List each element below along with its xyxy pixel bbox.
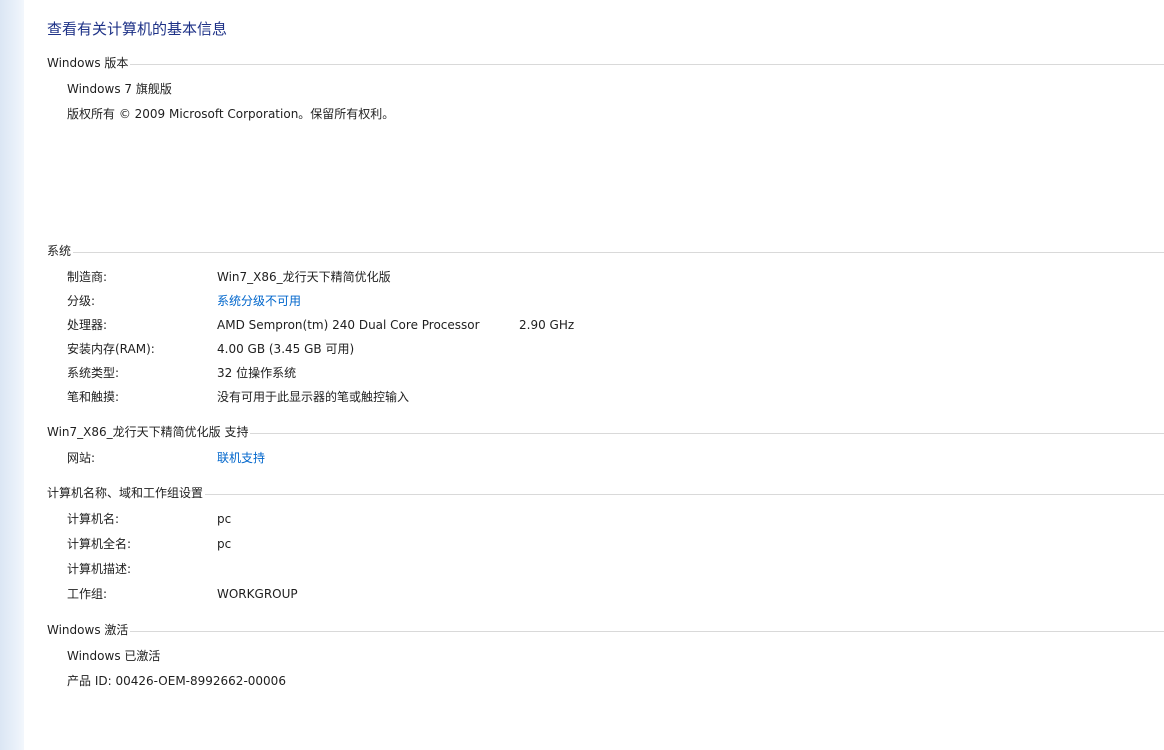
product-id: 产品 ID: 00426-OEM-8992662-00006 <box>67 674 286 688</box>
section-divider <box>73 251 1164 253</box>
row-label: 分级: <box>67 294 96 308</box>
row-label: 安装内存(RAM): <box>67 342 155 356</box>
section-label: 计算机名称、域和工作组设置 <box>47 485 204 500</box>
system-row-system-type: 系统类型: 32 位操作系统 <box>67 365 1164 381</box>
system-row-ram: 安装内存(RAM): 4.00 GB (3.45 GB 可用) <box>67 341 1164 357</box>
row-label: 系统类型: <box>67 366 120 380</box>
row-label: 处理器: <box>67 318 108 332</box>
activation-status: Windows 已激活 <box>67 649 161 663</box>
row-value: pc <box>217 512 232 526</box>
section-header-system: 系统 <box>47 242 1164 258</box>
section-header-windows-edition: Windows 版本 <box>47 54 1164 70</box>
section-label: Win7_X86_龙行天下精简优化版 支持 <box>47 424 249 439</box>
page-title: 查看有关计算机的基本信息 <box>47 20 228 38</box>
computer-row-full-name: 计算机全名: pc <box>67 536 1164 552</box>
row-label: 笔和触摸: <box>67 390 120 404</box>
rating-link[interactable]: 系统分级不可用 <box>217 293 301 309</box>
row-value: 32 位操作系统 <box>217 366 297 380</box>
row-label: 网站: <box>67 451 96 465</box>
row-value: WORKGROUP <box>217 587 298 601</box>
system-row-pen-touch: 笔和触摸: 没有可用于此显示器的笔或触控输入 <box>67 389 1164 405</box>
row-label: 计算机名: <box>67 512 120 526</box>
section-label: 系统 <box>47 243 72 258</box>
computer-row-description: 计算机描述: <box>67 561 1164 577</box>
section-header-activation: Windows 激活 <box>47 621 1164 637</box>
computer-row-name: 计算机名: pc <box>67 511 1164 527</box>
left-navigation-strip <box>0 0 24 750</box>
windows-edition-text: Windows 7 旗舰版 <box>67 82 172 96</box>
row-value: AMD Sempron(tm) 240 Dual Core Processor <box>217 318 480 332</box>
computer-row-workgroup: 工作组: WORKGROUP <box>67 586 1164 602</box>
row-value: pc <box>217 537 232 551</box>
copyright-text: 版权所有 © 2009 Microsoft Corporation。保留所有权利… <box>67 107 395 121</box>
section-label: Windows 版本 <box>47 55 129 70</box>
row-label: 计算机描述: <box>67 562 132 576</box>
row-value: 4.00 GB (3.45 GB 可用) <box>217 342 355 356</box>
system-row-rating: 分级: 系统分级不可用 <box>67 293 1164 309</box>
row-label: 工作组: <box>67 587 108 601</box>
system-row-processor: 处理器: AMD Sempron(tm) 240 Dual Core Proce… <box>67 317 1164 333</box>
row-value: Win7_X86_龙行天下精简优化版 <box>217 270 391 284</box>
online-support-link[interactable]: 联机支持 <box>217 450 265 466</box>
support-row-website: 网站: 联机支持 <box>67 450 1164 466</box>
section-divider <box>130 630 1164 632</box>
section-label: Windows 激活 <box>47 622 129 637</box>
section-divider <box>205 493 1164 495</box>
processor-speed: 2.90 GHz <box>519 318 575 332</box>
system-row-manufacturer: 制造商: Win7_X86_龙行天下精简优化版 <box>67 269 1164 285</box>
section-header-computer-name: 计算机名称、域和工作组设置 <box>47 484 1164 500</box>
row-value: 没有可用于此显示器的笔或触控输入 <box>217 390 410 404</box>
section-divider <box>250 432 1164 434</box>
row-label: 制造商: <box>67 270 108 284</box>
section-divider <box>130 63 1164 65</box>
section-header-support: Win7_X86_龙行天下精简优化版 支持 <box>47 423 1164 439</box>
row-label: 计算机全名: <box>67 537 132 551</box>
